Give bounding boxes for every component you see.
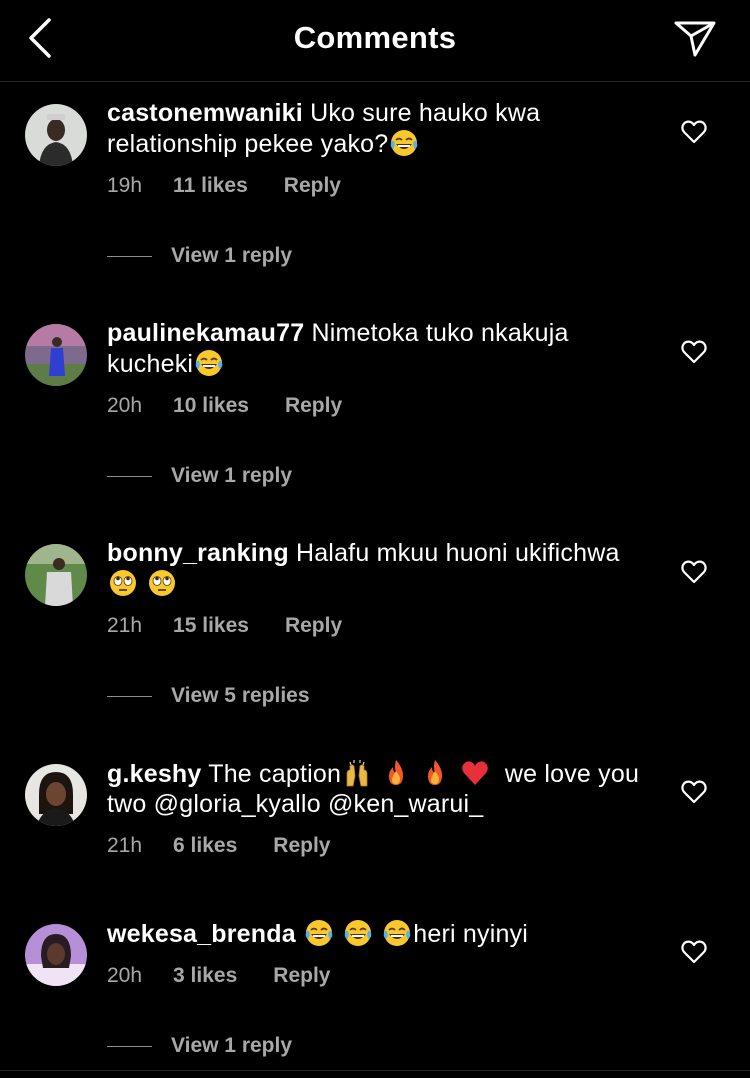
comment-username[interactable]: g.keshy [107, 760, 202, 788]
comment-body: The caption [208, 760, 342, 788]
heart-icon[interactable] [680, 558, 708, 586]
view-replies-button[interactable]: View 1 reply [107, 244, 292, 268]
bottom-divider [0, 1070, 750, 1071]
reply-button[interactable]: Reply [285, 394, 342, 418]
heart-icon[interactable] [680, 938, 708, 966]
comment-meta: 21h 6 likes Reply [107, 834, 330, 858]
view-replies-label: View 1 reply [171, 1034, 293, 1057]
tears-of-joy-emoji-icon [343, 918, 373, 948]
comment-likes[interactable]: 15 likes [173, 614, 249, 638]
comment-body: heri nyinyi [413, 920, 529, 948]
reply-button[interactable]: Reply [273, 834, 330, 858]
comment-time: 21h [107, 614, 143, 637]
rolling-eyes-emoji-icon [147, 568, 177, 598]
comment-text: wekesa_brenda heri nyinyi [107, 918, 647, 949]
avatar[interactable] [25, 544, 87, 606]
avatar[interactable] [25, 324, 87, 386]
tears-of-joy-emoji-icon [382, 918, 412, 948]
comment-time: 19h [107, 174, 143, 197]
comment-time: 20h [107, 964, 143, 987]
divider-line [107, 475, 152, 477]
raising-hands-emoji-icon [342, 758, 372, 788]
avatar[interactable] [25, 104, 87, 166]
reply-button[interactable]: Reply [285, 614, 342, 638]
view-replies-label: View 1 reply [171, 244, 293, 267]
heart-icon[interactable] [680, 118, 708, 146]
user-photo-icon [25, 924, 87, 986]
comment-time: 21h [107, 834, 143, 857]
comment-text: bonny_ranking Halafu mkuu huoni ukifichw… [107, 538, 647, 599]
tears-of-joy-emoji-icon [194, 348, 224, 378]
comment-meta: 20h 10 likes Reply [107, 394, 342, 418]
comment-text: g.keshy The caption we love you two @glo… [107, 758, 647, 819]
divider-line [107, 1045, 152, 1047]
comment-likes[interactable]: 11 likes [173, 174, 248, 198]
comment-text: castonemwaniki Uko sure hauko kwa relati… [107, 98, 647, 159]
heart-icon[interactable] [680, 778, 708, 806]
divider-line [107, 255, 152, 257]
comment-username[interactable]: paulinekamau77 [107, 319, 304, 347]
avatar[interactable] [25, 924, 87, 986]
divider-line [107, 695, 152, 697]
comment-text: paulinekamau77 Nimetoka tuko nkakuja kuc… [107, 318, 647, 379]
view-replies-button[interactable]: View 5 replies [107, 684, 310, 708]
comment-time: 20h [107, 394, 143, 417]
user-photo-icon [25, 104, 87, 166]
user-photo-icon [25, 544, 87, 606]
fire-emoji-icon [381, 758, 411, 788]
comment-username[interactable]: wekesa_brenda [107, 920, 296, 948]
view-replies-button[interactable]: View 1 reply [107, 1034, 292, 1058]
view-replies-label: View 1 reply [171, 464, 293, 487]
page-title: Comments [293, 20, 457, 55]
comment-meta: 21h 15 likes Reply [107, 614, 342, 638]
tears-of-joy-emoji-icon [304, 918, 334, 948]
comment-body: Halafu mkuu huoni ukifichwa [295, 539, 620, 567]
comment-meta: 19h 11 likes Reply [107, 174, 341, 198]
share-button[interactable] [670, 14, 720, 64]
avatar[interactable] [25, 764, 87, 826]
comment-username[interactable]: castonemwaniki [107, 99, 303, 127]
comment-username[interactable]: bonny_ranking [107, 539, 289, 567]
send-icon [674, 21, 716, 57]
user-photo-icon [25, 764, 87, 826]
comment-likes[interactable]: 10 likes [173, 394, 249, 418]
reply-button[interactable]: Reply [284, 174, 341, 198]
tears-of-joy-emoji-icon [389, 128, 419, 158]
reply-button[interactable]: Reply [273, 964, 330, 988]
fire-emoji-icon [420, 758, 450, 788]
heart-icon[interactable] [680, 338, 708, 366]
user-photo-icon [25, 324, 87, 386]
header-bar: Comments [0, 0, 750, 82]
view-replies-label: View 5 replies [171, 684, 310, 707]
red-heart-emoji-icon [460, 758, 490, 788]
comment-likes[interactable]: 6 likes [173, 834, 237, 858]
rolling-eyes-emoji-icon [108, 568, 138, 598]
comment-meta: 20h 3 likes Reply [107, 964, 330, 988]
comment-likes[interactable]: 3 likes [173, 964, 237, 988]
view-replies-button[interactable]: View 1 reply [107, 464, 292, 488]
